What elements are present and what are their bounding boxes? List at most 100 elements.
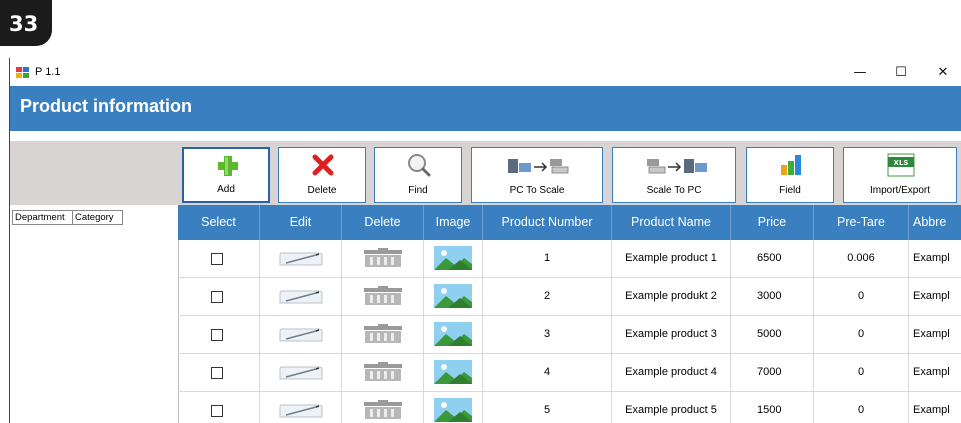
trash-icon[interactable]	[360, 399, 406, 423]
pre-tare-cell: 0	[814, 316, 909, 354]
image-icon[interactable]	[434, 360, 472, 392]
select-cell	[178, 240, 260, 278]
pre-tare-cell: 0	[814, 278, 909, 316]
edit-cell	[260, 354, 342, 392]
product-number-cell: 3	[483, 316, 612, 354]
find-icon	[408, 154, 431, 177]
pc-to-scale-button[interactable]: PC To Scale	[471, 147, 603, 203]
delete-button-label: Delete	[307, 185, 337, 196]
select-cell	[178, 278, 260, 316]
import-export-button[interactable]: XLS Import/Export	[843, 147, 957, 203]
maximize-button[interactable]: ☐	[886, 62, 916, 84]
pc-to-scale-button-label: PC To Scale	[509, 185, 565, 196]
delete-cell	[342, 392, 424, 423]
product-number-cell: 1	[483, 240, 612, 278]
category-panel: Department Category	[10, 205, 179, 423]
image-cell	[424, 354, 483, 392]
column-header-product-name[interactable]: Product Name	[612, 205, 731, 240]
add-button[interactable]: Add	[182, 147, 270, 203]
page-header: Product information	[10, 86, 961, 131]
product-name-cell: Example produkt 2	[612, 278, 731, 316]
pre-tare-cell: 0	[814, 392, 909, 423]
edit-icon[interactable]	[278, 399, 324, 423]
page-title: Product information	[20, 96, 192, 116]
scale-to-pc-button-label: Scale To PC	[646, 185, 702, 196]
column-header-edit[interactable]: Edit	[260, 205, 342, 240]
image-cell	[424, 392, 483, 423]
image-icon[interactable]	[434, 246, 472, 278]
edit-cell	[260, 316, 342, 354]
minimize-button[interactable]: —	[845, 62, 875, 84]
table-row[interactable]: 4 Example product 4 7000 0 Exampl	[178, 354, 961, 392]
product-name-cell: Example product 4	[612, 354, 731, 392]
product-name-cell: Example product 3	[612, 316, 731, 354]
column-header-select[interactable]: Select	[178, 205, 260, 240]
pre-tare-cell: 0	[814, 354, 909, 392]
image-cell	[424, 240, 483, 278]
field-button[interactable]: Field	[746, 147, 834, 203]
delete-cell	[342, 354, 424, 392]
table-row[interactable]: 5 Example product 5 1500 0 Exampl	[178, 392, 961, 423]
close-button[interactable]: ✕	[928, 62, 958, 84]
select-checkbox[interactable]	[211, 367, 223, 379]
image-icon[interactable]	[434, 322, 472, 354]
find-button[interactable]: Find	[374, 147, 462, 203]
scale-to-pc-button[interactable]: Scale To PC	[612, 147, 736, 203]
select-cell	[178, 392, 260, 423]
trash-icon[interactable]	[360, 323, 406, 354]
price-cell: 7000	[731, 354, 814, 392]
select-checkbox[interactable]	[211, 405, 223, 417]
edit-icon[interactable]	[278, 285, 324, 316]
pc-to-scale-icon	[508, 159, 569, 174]
image-icon[interactable]	[434, 398, 472, 423]
table-row[interactable]: 1 Example product 1 6500 0.006 Exampl	[178, 240, 961, 278]
price-cell: 5000	[731, 316, 814, 354]
app-window: P 1.1 — ☐ ✕ Product information Add Dele…	[10, 58, 961, 423]
edit-icon[interactable]	[278, 361, 324, 392]
scale-to-pc-icon	[647, 159, 707, 174]
product-name-cell: Example product 1	[612, 240, 731, 278]
table-row[interactable]: 2 Example produkt 2 3000 0 Exampl	[178, 278, 961, 316]
abbreviation-cell: Exampl	[913, 328, 950, 340]
edit-icon[interactable]	[278, 247, 324, 278]
select-cell	[178, 354, 260, 392]
delete-cell	[342, 240, 424, 278]
column-header-delete[interactable]: Delete	[342, 205, 424, 240]
edit-cell	[260, 240, 342, 278]
column-header-image[interactable]: Image	[424, 205, 483, 240]
select-checkbox[interactable]	[211, 291, 223, 303]
column-header-price[interactable]: Price	[731, 205, 814, 240]
edit-icon[interactable]	[278, 323, 324, 354]
delete-cell	[342, 316, 424, 354]
column-header-pre-tare[interactable]: Pre-Tare	[814, 205, 909, 240]
trash-icon[interactable]	[360, 247, 406, 278]
price-cell: 6500	[731, 240, 814, 278]
trash-icon[interactable]	[360, 285, 406, 316]
delete-icon	[312, 154, 334, 176]
add-button-label: Add	[217, 184, 235, 195]
select-cell	[178, 316, 260, 354]
window-title: P 1.1	[35, 66, 61, 78]
app-icon	[16, 67, 30, 78]
image-cell	[424, 316, 483, 354]
add-icon	[218, 156, 238, 176]
column-header-abbreviation[interactable]: Abbre	[909, 205, 961, 240]
product-number-cell: 5	[483, 392, 612, 423]
product-grid: Select Edit Delete Image Product Number …	[178, 205, 961, 423]
field-chart-icon	[781, 155, 801, 175]
delete-button[interactable]: Delete	[278, 147, 366, 203]
tab-category[interactable]: Category	[73, 210, 123, 225]
delete-cell	[342, 278, 424, 316]
abbreviation-cell: Exampl	[913, 252, 950, 264]
column-header-product-number[interactable]: Product Number	[483, 205, 612, 240]
image-icon[interactable]	[434, 284, 472, 316]
trash-icon[interactable]	[360, 361, 406, 392]
product-number-cell: 4	[483, 354, 612, 392]
tab-department[interactable]: Department	[12, 210, 73, 225]
pre-tare-cell: 0.006	[814, 240, 909, 278]
find-button-label: Find	[408, 185, 428, 196]
select-checkbox[interactable]	[211, 253, 223, 265]
select-checkbox[interactable]	[211, 329, 223, 341]
field-button-label: Field	[779, 185, 801, 196]
table-row[interactable]: 3 Example product 3 5000 0 Exampl	[178, 316, 961, 354]
